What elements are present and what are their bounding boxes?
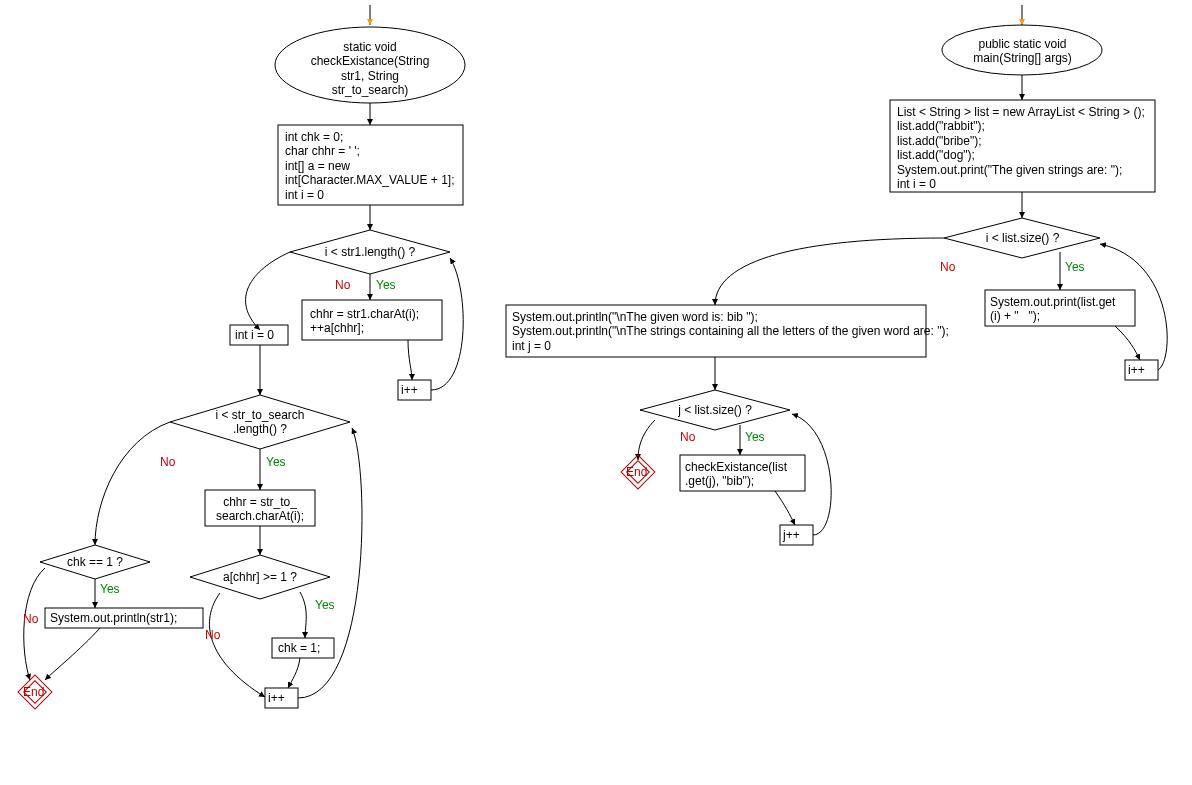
svg-rect-12 <box>205 490 315 526</box>
svg-marker-5 <box>290 230 450 274</box>
svg-marker-27 <box>944 218 1100 258</box>
svg-marker-17 <box>40 545 150 579</box>
svg-rect-25 <box>890 100 1155 192</box>
svg-point-1 <box>275 27 465 103</box>
svg-rect-16 <box>265 688 298 708</box>
svg-marker-14 <box>190 555 330 599</box>
svg-rect-3 <box>278 125 463 205</box>
svg-marker-33 <box>640 390 790 430</box>
svg-rect-31 <box>506 305 926 357</box>
svg-rect-21 <box>24 681 47 704</box>
svg-marker-10 <box>170 395 350 449</box>
svg-rect-7 <box>398 380 431 400</box>
svg-rect-35 <box>680 455 805 491</box>
svg-rect-6 <box>302 300 442 340</box>
svg-rect-15 <box>272 638 334 658</box>
svg-rect-29 <box>985 290 1135 326</box>
svg-rect-38 <box>627 461 650 484</box>
svg-point-23 <box>942 25 1102 75</box>
svg-rect-36 <box>780 525 813 545</box>
svg-rect-30 <box>1125 360 1158 380</box>
svg-rect-19 <box>45 608 203 628</box>
svg-rect-8 <box>230 325 288 345</box>
